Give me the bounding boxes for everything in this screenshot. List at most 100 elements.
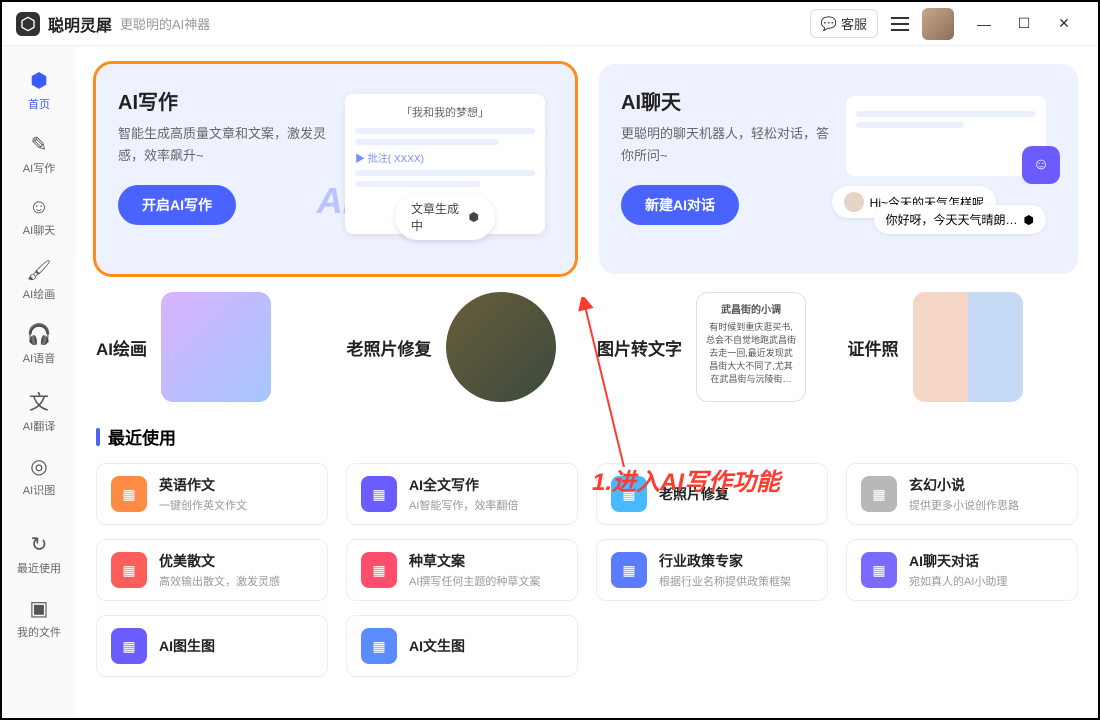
sidebar-item-writing[interactable]: ✎ AI写作 bbox=[9, 124, 69, 184]
sidebar-item-label: AI语音 bbox=[23, 350, 55, 366]
card-desc: 一键创作英文作文 bbox=[159, 497, 247, 513]
brush-icon: 🖌 bbox=[26, 258, 51, 283]
pen-icon: ✎ bbox=[31, 132, 48, 157]
bubble-text: 你好呀，今天天气晴朗… bbox=[886, 211, 1018, 228]
card-desc: 根据行业名称提供政策框架 bbox=[659, 573, 791, 589]
close-button[interactable]: ✕ bbox=[1050, 10, 1078, 38]
feature-title: 图片转文字 bbox=[597, 335, 682, 360]
card-icon: ▦ bbox=[611, 476, 647, 512]
recent-card[interactable]: ▦AI全文写作AI智能写作，效率翻倍 bbox=[346, 463, 578, 525]
chat-bubble: 你好呀，今天天气晴朗… ⬢ bbox=[874, 205, 1047, 234]
feature-ai-painting[interactable]: AI绘画 bbox=[96, 292, 327, 402]
titlebar: 聪明灵犀 更聪明的AI神器 💬 客服 — ☐ ✕ bbox=[2, 2, 1098, 46]
card-icon: ▦ bbox=[361, 628, 397, 664]
section-title: 最近使用 bbox=[108, 424, 176, 449]
recent-card[interactable]: ▦ 英语作文一键创作英文作文 bbox=[96, 463, 328, 525]
promo-desc: 更聪明的聊天机器人，轻松对话，答你所问~ bbox=[621, 123, 830, 167]
card-title: AI图生图 bbox=[159, 636, 215, 656]
card-icon: ▦ bbox=[111, 552, 147, 588]
card-icon: ▦ bbox=[111, 476, 147, 512]
sidebar-item-painting[interactable]: 🖌 AI绘画 bbox=[9, 250, 69, 310]
promo-ai-chat[interactable]: AI聊天 更聪明的聊天机器人，轻松对话，答你所问~ 新建AI对话 ☺ Hi~今天… bbox=[599, 64, 1078, 274]
sidebar-item-label: AI写作 bbox=[23, 160, 55, 176]
sidebar-item-label: 最近使用 bbox=[17, 560, 61, 576]
sidebar-item-label: 首页 bbox=[28, 96, 50, 112]
app-logo-icon bbox=[16, 12, 40, 36]
feature-image: 武昌街的小调 有时候到重庆逛买书,总会不自觉地跑武昌街去走一回,最近发现武昌街大… bbox=[696, 292, 806, 402]
accent-bar bbox=[96, 428, 100, 446]
chat-icon: 💬 bbox=[821, 16, 837, 32]
promo-ai-writing[interactable]: AI写作 智能生成高质量文章和文案，激发灵感，效率飙升~ 开启AI写作 AI 「… bbox=[96, 64, 575, 274]
sidebar-item-label: AI翻译 bbox=[23, 418, 55, 434]
feature-photo-restore[interactable]: 老照片修复 bbox=[347, 292, 578, 402]
mock-chat-window bbox=[846, 96, 1046, 176]
menu-button[interactable] bbox=[886, 10, 914, 38]
feature-image bbox=[913, 292, 1023, 402]
feature-ocr[interactable]: 图片转文字 武昌街的小调 有时候到重庆逛买书,总会不自觉地跑武昌街去走一回,最近… bbox=[597, 292, 828, 402]
card-desc: AI智能写作，效率翻倍 bbox=[409, 497, 518, 513]
feature-image bbox=[446, 292, 556, 402]
maximize-button[interactable]: ☐ bbox=[1010, 10, 1038, 38]
feature-image bbox=[161, 292, 271, 402]
recent-card[interactable]: ▦ 种草文案 AI撰写任何主题的种草文案 bbox=[346, 539, 578, 601]
card-title: 行业政策专家 bbox=[659, 551, 791, 571]
sidebar-item-voice[interactable]: 🎧 AI语音 bbox=[9, 314, 69, 374]
sidebar-item-recent[interactable]: ↻ 最近使用 bbox=[9, 524, 69, 584]
headphone-icon: 🎧 bbox=[27, 322, 52, 347]
sidebar-item-files[interactable]: ▣ 我的文件 bbox=[9, 588, 69, 648]
sidebar-item-label: AI识图 bbox=[23, 482, 55, 498]
start-writing-button[interactable]: 开启AI写作 bbox=[118, 185, 236, 225]
scan-icon: ◎ bbox=[30, 454, 47, 479]
feature-idphoto[interactable]: 证件照 bbox=[848, 292, 1079, 402]
recent-card[interactable]: ▦ 老照片修复 bbox=[596, 463, 828, 525]
sidebar-item-home[interactable]: ⬢ 首页 bbox=[9, 60, 69, 120]
card-desc: 高效输出散文，激发灵感 bbox=[159, 573, 280, 589]
recent-card[interactable]: ▦玄幻小说提供更多小说创作思路 bbox=[846, 463, 1078, 525]
card-desc: 宛如真人的AI小助理 bbox=[909, 573, 1007, 589]
card-title: 种草文案 bbox=[409, 551, 540, 571]
sidebar-item-chat[interactable]: ☺ AI聊天 bbox=[9, 188, 69, 246]
mock-doc-title: 「我和我的梦想」 bbox=[355, 104, 535, 120]
card-desc: 提供更多小说创作思路 bbox=[909, 497, 1019, 513]
promo-title: AI写作 bbox=[118, 86, 327, 115]
card-title: AI文生图 bbox=[409, 636, 465, 656]
minimize-button[interactable]: — bbox=[970, 10, 998, 38]
paper-text: 有时候到重庆逛买书,总会不自觉地跑武昌街去走一回,最近发现武昌街大大不同了,尤其… bbox=[705, 320, 797, 385]
mock-note: ▶ 批注( XXXX) bbox=[355, 150, 535, 165]
card-icon: ▦ bbox=[861, 476, 897, 512]
recent-card[interactable]: ▦行业政策专家根据行业名称提供政策框架 bbox=[596, 539, 828, 601]
app-name: 聪明灵犀 bbox=[48, 12, 112, 36]
support-button[interactable]: 💬 客服 bbox=[810, 9, 878, 38]
card-title: 老照片修复 bbox=[659, 484, 729, 504]
card-icon: ▦ bbox=[361, 552, 397, 588]
translate-icon: 文 bbox=[29, 386, 49, 415]
app-tagline: 更聪明的AI神器 bbox=[120, 14, 210, 33]
bubble-avatar-icon bbox=[844, 192, 864, 212]
card-title: 优美散文 bbox=[159, 551, 280, 571]
hex-icon: ⬢ bbox=[469, 210, 479, 224]
recent-card[interactable]: ▦ AI文生图 bbox=[346, 615, 578, 677]
file-icon: ▣ bbox=[30, 596, 49, 621]
main-content: AI写作 智能生成高质量文章和文案，激发灵感，效率飙升~ 开启AI写作 AI 「… bbox=[76, 46, 1098, 718]
sidebar-item-translate[interactable]: 文 AI翻译 bbox=[9, 378, 69, 442]
chat-fab-icon: ☺ bbox=[1022, 146, 1060, 184]
section-header-recent: 最近使用 bbox=[96, 424, 1078, 449]
card-title: AI聊天对话 bbox=[909, 551, 1007, 571]
recent-card[interactable]: ▦AI聊天对话宛如真人的AI小助理 bbox=[846, 539, 1078, 601]
user-avatar[interactable] bbox=[922, 8, 954, 40]
sidebar-item-label: 我的文件 bbox=[17, 624, 61, 640]
generating-label: 文章生成中 bbox=[411, 200, 463, 234]
sidebar-item-ocr[interactable]: ◎ AI识图 bbox=[9, 446, 69, 506]
generating-pill: 文章生成中 ⬢ bbox=[395, 194, 495, 240]
sidebar-item-label: AI聊天 bbox=[23, 222, 55, 238]
feature-title: 老照片修复 bbox=[347, 335, 432, 360]
new-chat-button[interactable]: 新建AI对话 bbox=[621, 185, 739, 225]
card-title: 英语作文 bbox=[159, 475, 247, 495]
support-label: 客服 bbox=[841, 14, 867, 33]
recent-card[interactable]: ▦AI图生图 bbox=[96, 615, 328, 677]
promo-title: AI聊天 bbox=[621, 86, 830, 115]
recent-card[interactable]: ▦ 优美散文高效输出散文，激发灵感 bbox=[96, 539, 328, 601]
home-icon: ⬢ bbox=[30, 68, 47, 93]
card-desc: AI撰写任何主题的种草文案 bbox=[409, 573, 540, 589]
smile-icon: ☺ bbox=[29, 196, 49, 219]
